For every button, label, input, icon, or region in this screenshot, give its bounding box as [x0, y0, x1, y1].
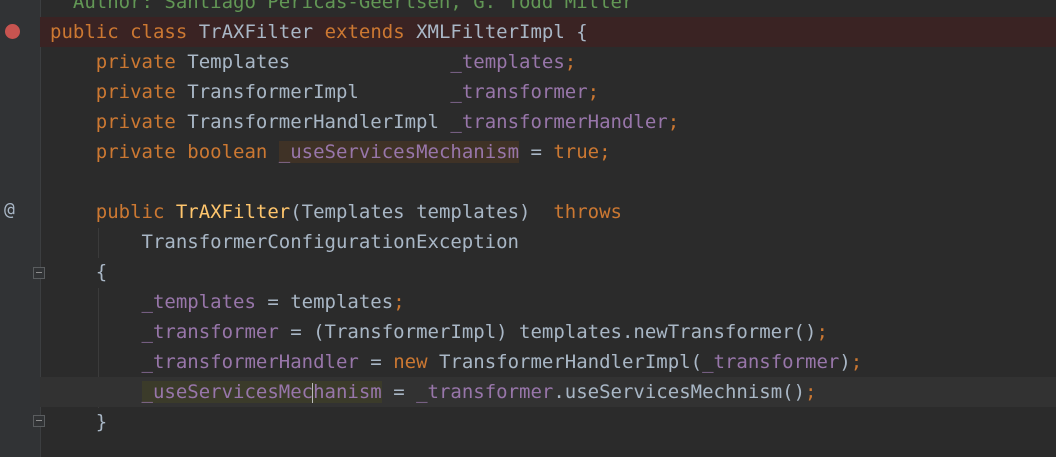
code-token: _useServicesMechanism	[278, 141, 520, 163]
code-line[interactable]: _transformerHandler = new TransformerHan…	[40, 347, 1056, 377]
code-token: TrAXFilter	[175, 201, 291, 223]
code-token: public	[50, 201, 176, 223]
code-token: {	[50, 261, 108, 283]
code-token: _transformer	[702, 351, 840, 373]
code-token: TransformerHandlerImpl	[187, 111, 451, 133]
code-token: =	[519, 141, 554, 163]
code-token: ;	[805, 381, 817, 403]
code-token: throws	[553, 201, 622, 223]
code-token: Templates	[187, 51, 451, 73]
breakpoint-icon[interactable]	[5, 24, 20, 39]
code-line[interactable]: public TrAXFilter(Templates templates) t…	[40, 197, 1056, 227]
code-line[interactable]: {	[40, 257, 1056, 287]
code-token: TransformerImpl	[187, 81, 451, 103]
code-token: XMLFilterImpl {	[416, 21, 588, 43]
code-line[interactable]: }	[40, 407, 1056, 437]
code-token: ;	[393, 291, 405, 313]
code-line[interactable]: Author: Santiago Pericas-Geertsen, G. To…	[40, 0, 1056, 17]
code-token: )	[839, 351, 851, 373]
code-token: }	[50, 411, 108, 433]
code-token: _transformer	[141, 321, 279, 343]
code-token: private	[50, 51, 188, 73]
code-token: boolean	[187, 141, 279, 163]
code-token: private	[50, 111, 188, 133]
code-line[interactable]: private TransformerHandlerImpl _transfor…	[40, 107, 1056, 137]
code-line[interactable]: private boolean _useServicesMechanism = …	[40, 137, 1056, 167]
code-line[interactable]: _useServicesMechanism = _transformer.use…	[40, 377, 1056, 407]
code-token: ;	[850, 351, 863, 373]
code-token: ;	[564, 51, 577, 73]
code-token: ;	[667, 111, 680, 133]
code-token: ;	[599, 141, 611, 163]
code-line[interactable]: public class TrAXFilter extends XMLFilte…	[40, 17, 1056, 47]
code-editor[interactable]: @ Author: Santiago Pericas-Geertsen, G. …	[0, 0, 1056, 457]
code-token: TransformerHandlerImpl(	[438, 351, 703, 373]
code-token: =	[358, 351, 394, 373]
code-line[interactable]	[40, 167, 1056, 197]
code-line[interactable]: TransformerConfigurationException	[40, 227, 1056, 257]
code-token: private	[50, 81, 188, 103]
code-line[interactable]: _templates = templates;	[40, 287, 1056, 317]
override-marker-icon[interactable]: @	[4, 199, 15, 221]
code-token: extends	[324, 21, 417, 43]
code-token: TrAXFilter	[198, 21, 325, 43]
code-token: (Templates templates)	[290, 201, 554, 223]
code-token: Author: Santiago Pericas-Geertsen, G. To…	[50, 0, 634, 13]
code-token: class	[130, 21, 199, 43]
code-token: ;	[587, 81, 600, 103]
code-token: _transformer	[416, 381, 554, 403]
editor-gutter[interactable]: @	[0, 0, 45, 457]
code-token: _useServicesMec	[141, 381, 314, 403]
code-token: new	[393, 351, 439, 373]
code-token: _templates	[450, 51, 565, 73]
code-line[interactable]: private TransformerImpl _transformer;	[40, 77, 1056, 107]
code-token: public	[50, 21, 131, 43]
code-token: _transformerHandler	[450, 111, 668, 133]
code-token: hanism	[313, 381, 382, 403]
code-token: = (TransformerImpl) templates.newTransfo…	[278, 321, 817, 343]
code-line[interactable]: private Templates _templates;	[40, 47, 1056, 77]
code-token: ;	[816, 321, 828, 343]
code-token: _transformerHandler	[141, 351, 359, 373]
code-token: _transformer	[450, 81, 588, 103]
code-token: =	[381, 381, 417, 403]
code-token: TransformerConfigurationException	[50, 231, 520, 253]
code-token: = templates	[255, 291, 394, 313]
code-token: .useServicesMechnism()	[553, 381, 806, 403]
code-token: private	[50, 141, 188, 163]
code-token: _templates	[141, 291, 256, 313]
code-token: true	[553, 141, 600, 163]
code-line[interactable]: _transformer = (TransformerImpl) templat…	[40, 317, 1056, 347]
